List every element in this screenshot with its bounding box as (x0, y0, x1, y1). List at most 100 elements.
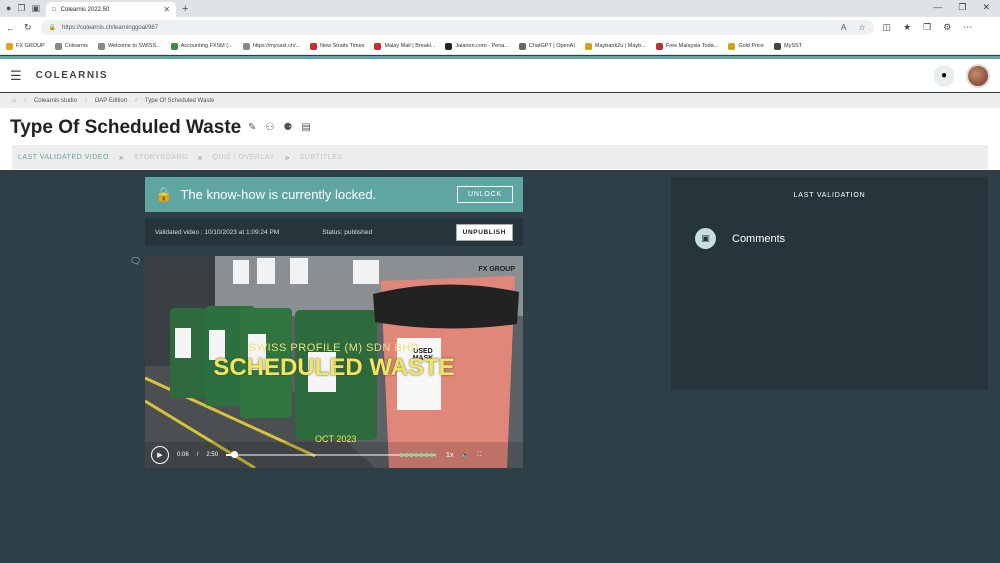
home-icon[interactable]: ⌂ (12, 97, 16, 104)
unlock-button[interactable]: UNLOCK (457, 186, 513, 203)
app-logo[interactable]: COLEARNIS (36, 70, 108, 81)
bookmark-item[interactable]: Free Malaysia Toda... (655, 42, 719, 50)
bookmark-item[interactable]: New Straits Times (310, 42, 365, 50)
chevron-right-icon: » (284, 152, 290, 162)
page-title: Type Of Scheduled Waste (10, 117, 242, 138)
bookmark-favicon-icon (518, 42, 526, 50)
bookmark-label: Free Malaysia Toda... (665, 43, 719, 49)
bookmark-label: Maybank2u | Mayb... (594, 43, 646, 49)
comments-row[interactable]: ▣ Comments (695, 228, 785, 249)
bookmark-label: Colearnis (64, 43, 88, 49)
url-text: https://colearnis.ch/learninggoal/987 (62, 24, 159, 31)
unpublish-button[interactable]: UNPUBLISH (455, 223, 513, 241)
bookmark-item[interactable]: Colearnis (54, 42, 88, 50)
step-subtitles[interactable]: SUBTITLES (300, 154, 343, 161)
play-icon[interactable]: ▶ (151, 446, 169, 464)
address-bar[interactable]: 🔒 https://colearnis.ch/learninggoal/987 … (40, 20, 874, 35)
stats-icon[interactable]: ▤ (301, 122, 310, 133)
minimize-icon[interactable]: — (933, 2, 942, 13)
favorite-icon[interactable]: ☆ (858, 23, 865, 32)
bookmark-label: Gold Price (738, 43, 764, 49)
publish-status: Status: published (322, 228, 373, 236)
bookmark-label: https://mycast.ch/... (252, 43, 301, 49)
bookmark-label: Welcome to SWISS... (107, 43, 161, 49)
step-quiz-overlay[interactable]: QUIZ / OVERLAY (213, 154, 275, 161)
playback-rate[interactable]: 1x (446, 452, 453, 459)
bookmarks-bar: FX GROUP Colearnis Welcome to SWISS... Acco… (0, 38, 1000, 55)
bookmark-item[interactable]: Welcome to SWISS... (97, 42, 161, 50)
validation-info: Validated video : 10/10/2023 at 1:09:24 … (145, 218, 523, 246)
bookmark-item[interactable]: Jalanon.com - Pena... (445, 42, 509, 50)
browser-tab[interactable]: □ Colearnis 2022.50 ✕ (46, 2, 177, 17)
favorites-icon[interactable]: ★ (903, 22, 911, 33)
title-actions: ✎ ⚇ ⚈ ▤ (248, 122, 311, 133)
window-icons: ● ❐ ▣ (0, 3, 46, 17)
restore-icon[interactable]: ❐ (958, 2, 966, 13)
avatar[interactable] (966, 63, 990, 88)
breadcrumb: ⌂ / Colearnis studio / OAP Edition / Typ… (0, 93, 1000, 108)
collections-icon[interactable]: ❐ (923, 22, 931, 33)
bookmark-item[interactable]: FX GROUP (6, 42, 45, 50)
bookmark-label: Malay Mail | Breaki... (384, 43, 436, 49)
comment-marker-icon[interactable]: 🗨 (130, 256, 141, 267)
bookmark-item[interactable]: Malay Mail | Breaki... (374, 42, 436, 50)
close-tab-icon[interactable]: ✕ (163, 5, 170, 14)
bookmark-item[interactable]: Accounting FXSM (... (170, 42, 233, 50)
users-icon[interactable]: ⚇ (265, 122, 274, 133)
quiz-markers (400, 453, 437, 457)
bookmark-favicon-icon (170, 42, 178, 50)
panel-title: LAST VALIDATION (793, 192, 866, 199)
time-separator: / (196, 452, 199, 458)
logo-text: COLEARNIS (35, 70, 109, 81)
new-tab-button[interactable]: + (176, 3, 194, 17)
breadcrumb-item[interactable]: OAP Edition (95, 98, 128, 104)
close-window-icon[interactable]: ✕ (982, 2, 990, 13)
breadcrumb-item[interactable]: Colearnis studio (34, 98, 77, 104)
browser-tab-strip: ● ❐ ▣ □ Colearnis 2022.50 ✕ + — ❐ ✕ (0, 0, 1000, 17)
bookmark-label: FX GROUP (16, 43, 45, 49)
current-time: 0:06 (177, 452, 189, 458)
fullscreen-icon[interactable]: ⛶ (477, 452, 481, 459)
video-player[interactable]: FX GROUP USED MASK SWISS PROFILE (M) SDN… (145, 256, 523, 468)
last-validation-panel: LAST VALIDATION ▣ Comments (671, 177, 988, 390)
padlock-icon: 🔒 (155, 186, 173, 202)
bookmark-label: New Straits Times (320, 43, 365, 49)
read-aloud-icon[interactable]: A (841, 23, 846, 32)
refresh-icon[interactable]: ↻ (24, 22, 32, 33)
step-last-validated-video[interactable]: LAST VALIDATED VIDEO (18, 154, 109, 161)
chevron-right-icon: » (118, 152, 124, 162)
more-icon[interactable]: ⋯ (963, 22, 972, 33)
progress-bar[interactable] (226, 451, 437, 458)
bookmark-item[interactable]: Gold Price (728, 42, 764, 50)
bookmark-item[interactable]: https://mycast.ch/... (242, 42, 301, 50)
bookmark-label: Accounting FXSM (... (180, 43, 233, 49)
bookmark-item[interactable]: ChatGPT | OpenAI (518, 42, 575, 50)
menu-icon[interactable]: ☰ (10, 68, 22, 84)
comment-icon: ▣ (695, 228, 716, 249)
tab-actions-icon[interactable]: ▣ (32, 3, 41, 14)
edit-icon[interactable]: ✎ (248, 122, 256, 133)
extensions-icon[interactable]: ⚙ (943, 22, 951, 33)
bookmark-item[interactable]: MySST (774, 42, 802, 50)
split-screen-icon[interactable]: ◫ (883, 22, 892, 33)
bookmark-favicon-icon (54, 42, 62, 50)
volume-icon[interactable]: 🔈 (461, 452, 468, 459)
workflow-steps: LAST VALIDATED VIDEO » STORYBOARD » QUIZ… (12, 145, 988, 169)
step-storyboard[interactable]: STORYBOARD (134, 154, 188, 161)
comments-label: Comments (732, 232, 786, 245)
assistant-robot-icon[interactable]: ● (934, 64, 954, 87)
back-icon[interactable]: ← (6, 23, 15, 33)
share-users-icon[interactable]: ⚈ (283, 122, 292, 133)
window-controls: — ❐ ✕ (923, 2, 1000, 17)
bookmark-favicon-icon (97, 42, 105, 50)
lock-icon: 🔒 (48, 25, 57, 31)
bookmark-item[interactable]: Maybank2u | Mayb... (584, 42, 646, 50)
video-brand: FX GROUP (478, 266, 515, 273)
workspaces-icon[interactable]: ❐ (17, 3, 25, 14)
bookmark-label: ChatGPT | OpenAI (528, 43, 575, 49)
progress-handle[interactable] (231, 451, 239, 458)
profile-icon[interactable]: ● (6, 3, 11, 14)
video-controls: ▶ 0:06 / 2:50 1x 🔈 ⛶ (145, 442, 523, 468)
bookmark-label: Jalanon.com - Pena... (455, 43, 509, 49)
bookmark-favicon-icon (728, 42, 736, 50)
